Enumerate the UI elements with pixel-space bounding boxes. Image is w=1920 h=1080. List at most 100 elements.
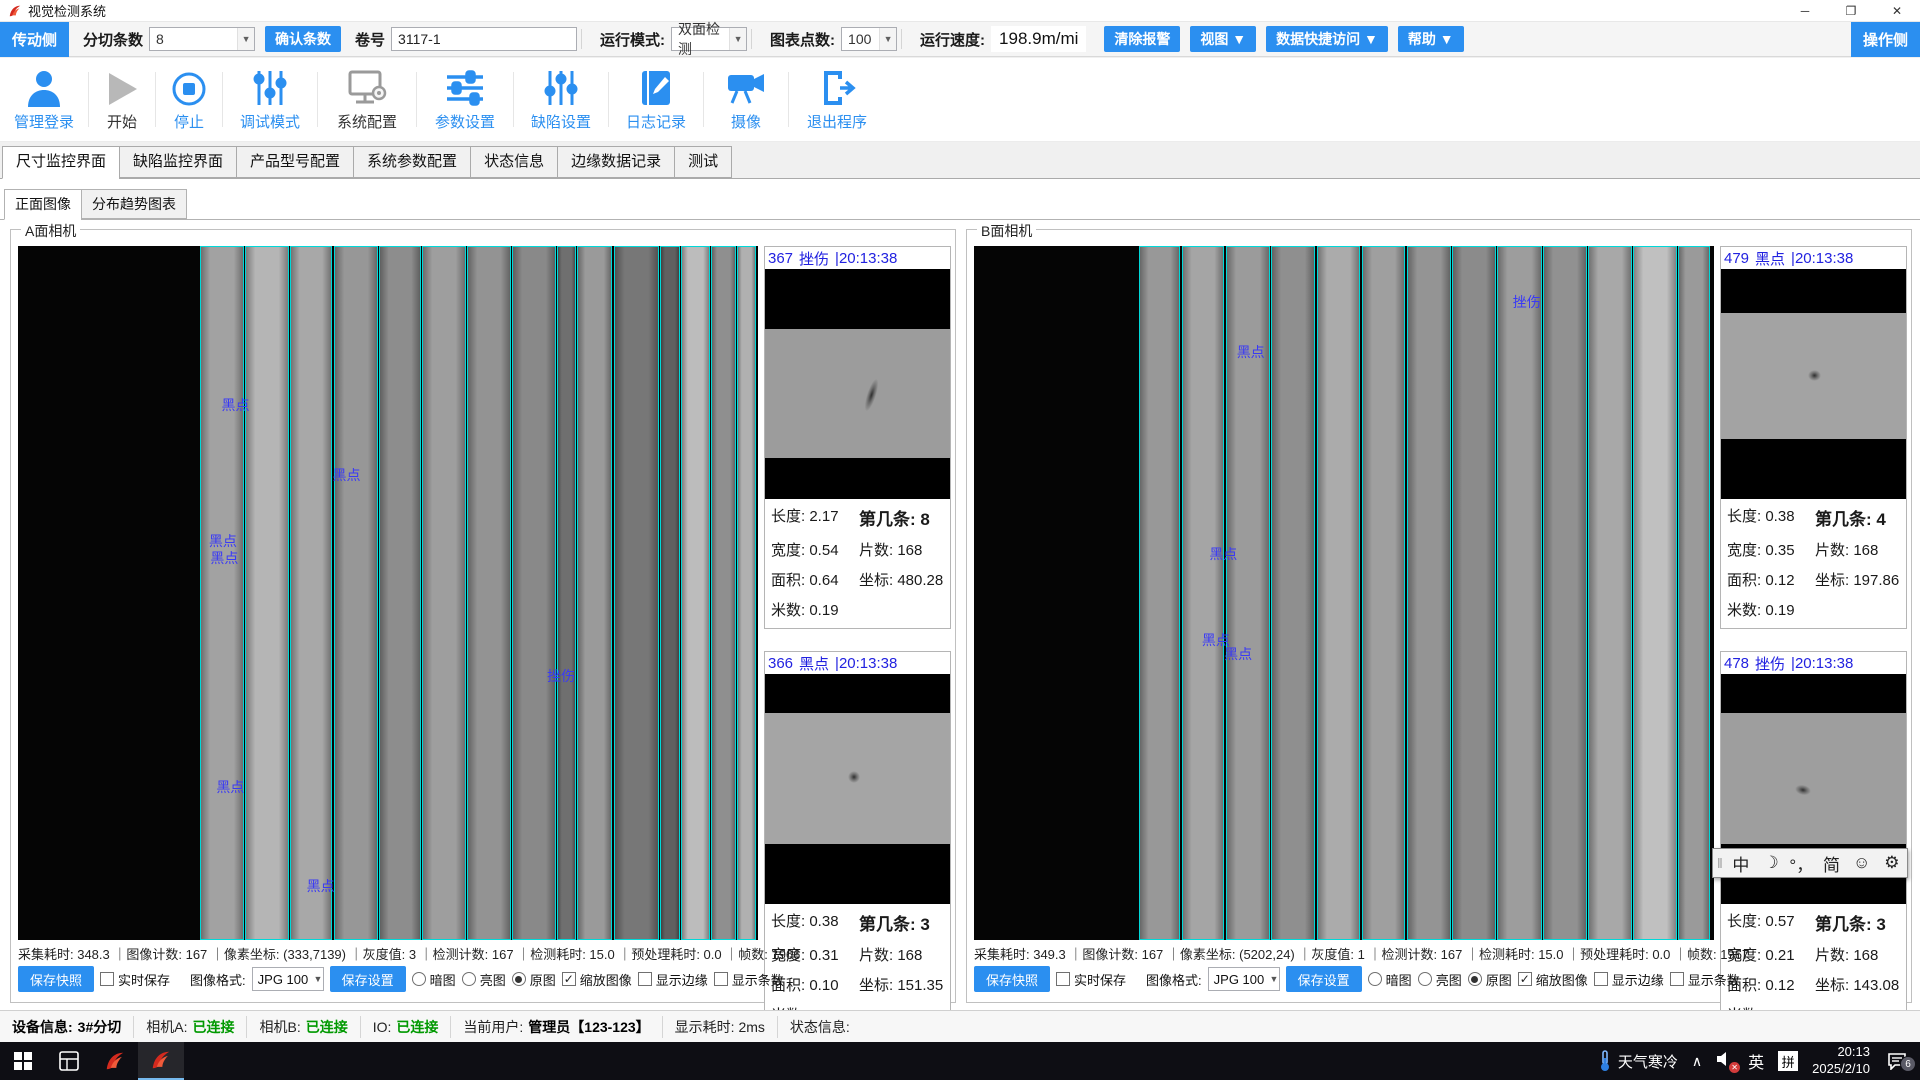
ime-language-toggle[interactable]: 中 <box>1726 851 1756 876</box>
transmission-side-button[interactable]: 传动侧 <box>0 22 69 57</box>
defect-strip-no: 3 <box>920 915 929 934</box>
dark-image-radio[interactable] <box>412 972 426 986</box>
ime-simplified-toggle[interactable]: 简 <box>1816 851 1846 876</box>
task-view-button[interactable] <box>46 1042 92 1080</box>
defect-strip-no: 4 <box>1876 510 1885 529</box>
defect-type: 黑点 <box>799 653 829 674</box>
clear-alarm-button[interactable]: 清除报警 <box>1104 26 1180 52</box>
start-button[interactable]: 开始 <box>89 58 155 141</box>
film-strip <box>1407 246 1451 940</box>
subtab-front-image[interactable]: 正面图像 <box>4 189 81 220</box>
save-snapshot-button[interactable]: 保存快照 <box>974 966 1050 992</box>
defect-length: 0.38 <box>1765 508 1794 525</box>
confirm-count-button[interactable]: 确认条数 <box>265 26 341 52</box>
help-menu-button[interactable]: 帮助 ▼ <box>1398 26 1464 52</box>
tab-status-info[interactable]: 状态信息 <box>470 146 557 178</box>
exit-program-button[interactable]: 退出程序 <box>789 58 885 141</box>
bright-image-radio[interactable] <box>462 972 476 986</box>
tab-size-monitor[interactable]: 尺寸监控界面 <box>2 146 119 179</box>
display-time: 显示耗时: 2ms <box>663 1016 778 1038</box>
defect-card[interactable]: 366 黑点 |20:13:38 长度: 0.38 第几条: 3 宽度: 0.3… <box>764 651 951 1034</box>
slit-count-select[interactable]: 8 ▼ <box>149 27 255 51</box>
pinned-app-button[interactable] <box>92 1042 138 1080</box>
running-app-button[interactable] <box>138 1042 184 1080</box>
defect-card[interactable]: 479 黑点 |20:13:38 长度: 0.38 第几条: 4 宽度: 0.3… <box>1720 246 1907 629</box>
realtime-save-checkbox[interactable] <box>1056 972 1070 986</box>
sub-tab-strip: 正面图像 分布趋势图表 <box>4 189 187 220</box>
ime-language-indicator[interactable]: 英 <box>1748 1049 1764 1073</box>
film-strip <box>1678 246 1710 940</box>
stop-button[interactable]: 停止 <box>156 58 222 141</box>
save-settings-button[interactable]: 保存设置 <box>330 966 406 992</box>
parameter-settings-button[interactable]: 参数设置 <box>417 58 513 141</box>
defect-length: 2.17 <box>809 508 838 525</box>
data-quick-access-menu-button[interactable]: 数据快捷访问 ▼ <box>1266 26 1388 52</box>
film-strip <box>711 246 735 940</box>
ime-fullwidth-icon[interactable]: ☽ <box>1756 853 1786 873</box>
run-mode-select[interactable]: 双面检测 ▼ <box>671 27 747 51</box>
start-button[interactable] <box>0 1042 46 1080</box>
volume-muted-button[interactable]: ✕ <box>1716 1051 1734 1071</box>
tab-test[interactable]: 测试 <box>674 146 732 178</box>
tab-system-param-config[interactable]: 系统参数配置 <box>353 146 470 178</box>
log-record-button[interactable]: 日志记录 <box>609 58 703 141</box>
maximize-button[interactable]: ❐ <box>1828 0 1874 21</box>
debug-mode-button[interactable]: 调试模式 <box>223 58 317 141</box>
defect-card[interactable]: 478 挫伤 |20:13:38 长度: 0.57 第几条: 3 宽度: 0.2… <box>1720 651 1907 1034</box>
weather-widget[interactable]: 天气寒冷 <box>1598 1050 1678 1072</box>
defect-time: |20:13:38 <box>1791 655 1853 672</box>
ime-pinyin-indicator[interactable]: 拼 <box>1778 1051 1798 1071</box>
defect-settings-button[interactable]: 缺陷设置 <box>514 58 608 141</box>
chevron-down-icon[interactable]: ▼ <box>313 974 322 984</box>
defect-card[interactable]: 367 挫伤 |20:13:38 长度: 2.17 第几条: 8 宽度: 0.5… <box>764 246 951 629</box>
zoom-image-checkbox[interactable]: ✓ <box>562 972 576 986</box>
show-count-checkbox[interactable] <box>714 972 728 986</box>
defect-area: 0.64 <box>809 572 838 589</box>
show-edge-checkbox[interactable] <box>638 972 652 986</box>
original-image-radio[interactable] <box>1468 972 1482 986</box>
minimize-button[interactable]: ─ <box>1782 0 1828 21</box>
chevron-down-icon[interactable]: ▼ <box>1269 974 1278 984</box>
notification-center-button[interactable]: 6 <box>1884 1052 1910 1070</box>
show-edge-checkbox[interactable] <box>1594 972 1608 986</box>
tab-product-model-config[interactable]: 产品型号配置 <box>236 146 353 178</box>
image-format-label: 图像格式: <box>1146 970 1202 989</box>
camera-capture-button[interactable]: 摄像 <box>704 58 788 141</box>
show-count-checkbox[interactable] <box>1670 972 1684 986</box>
thumbnail-material-band <box>765 329 950 458</box>
chevron-down-icon[interactable]: ▼ <box>729 28 746 50</box>
zoom-image-checkbox[interactable]: ✓ <box>1518 972 1532 986</box>
chevron-down-icon[interactable]: ▼ <box>879 28 896 50</box>
film-strip <box>1317 246 1361 940</box>
chart-points-select[interactable]: 100 ▼ <box>841 27 897 51</box>
original-image-radio[interactable] <box>512 972 526 986</box>
close-button[interactable]: ✕ <box>1874 0 1920 21</box>
ime-punctuation-icon[interactable]: °， <box>1786 851 1816 876</box>
tab-edge-data-record[interactable]: 边缘数据记录 <box>557 146 674 178</box>
operation-side-button[interactable]: 操作侧 <box>1851 22 1920 57</box>
view-menu-button[interactable]: 视图 ▼ <box>1190 26 1256 52</box>
dark-image-radio[interactable] <box>1368 972 1382 986</box>
ime-emoji-icon[interactable]: ☺ <box>1847 853 1877 873</box>
tab-defect-monitor[interactable]: 缺陷监控界面 <box>119 146 236 178</box>
subtab-distribution-chart[interactable]: 分布趋势图表 <box>81 189 187 219</box>
tray-expand-caret[interactable]: ∧ <box>1692 1053 1702 1070</box>
realtime-save-checkbox[interactable] <box>100 972 114 986</box>
system-config-button[interactable]: 系统配置 <box>318 58 416 141</box>
image-format-select[interactable]: JPG 100 ▼ <box>252 967 324 991</box>
drag-handle-icon[interactable]: ‖ <box>1713 855 1726 871</box>
ime-settings-gear-icon[interactable]: ⚙ <box>1877 853 1907 873</box>
image-format-select[interactable]: JPG 100 ▼ <box>1208 967 1280 991</box>
defect-marker-label: 黑点 <box>333 465 361 485</box>
bright-image-radio[interactable] <box>1418 972 1432 986</box>
save-settings-button[interactable]: 保存设置 <box>1286 966 1362 992</box>
clock-widget[interactable]: 20:13 2025/2/10 <box>1812 1044 1870 1078</box>
save-snapshot-button[interactable]: 保存快照 <box>18 966 94 992</box>
admin-login-button[interactable]: 管理登录 <box>0 58 88 141</box>
chevron-down-icon[interactable]: ▼ <box>237 28 254 50</box>
roll-number-input[interactable] <box>391 27 577 51</box>
status-badge: 已连接 <box>396 1017 438 1037</box>
app-logo-icon <box>150 1049 172 1071</box>
notification-count-badge: 6 <box>1900 1056 1916 1072</box>
defect-thumbnail <box>1721 269 1906 499</box>
